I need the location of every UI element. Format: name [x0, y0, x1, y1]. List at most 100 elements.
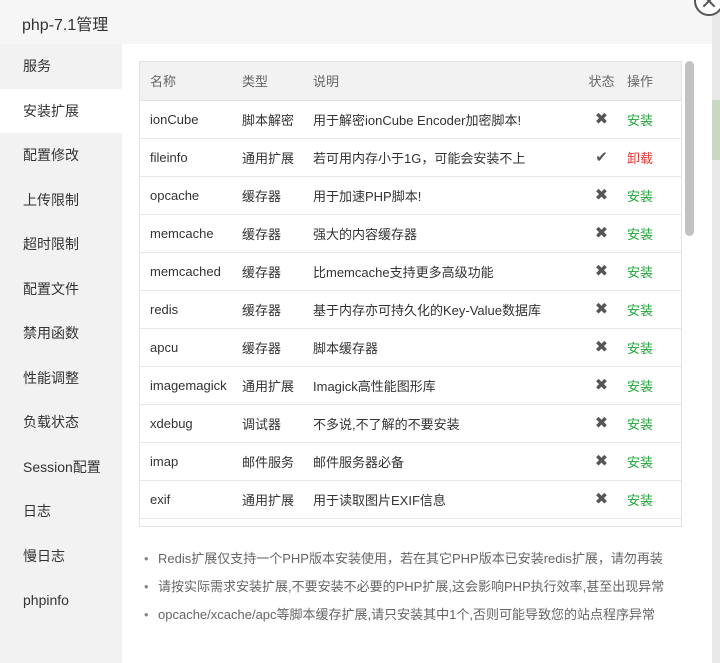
note-item: opcache/xcache/apc等脚本缓存扩展,请只安装其中1个,否则可能导…	[140, 601, 700, 629]
install-link[interactable]: 安装	[627, 417, 653, 432]
status-cell: ✖	[580, 214, 623, 253]
extension-description: 脚本缓存器	[313, 328, 580, 367]
install-link[interactable]: 安装	[627, 265, 653, 280]
extension-type: 脚本解密	[242, 100, 313, 139]
extension-description: Imagick高性能图形库	[313, 366, 580, 405]
cross-icon: ✖	[594, 225, 609, 242]
sidebar-item[interactable]: 负载状态	[0, 400, 122, 444]
table-row: imagemagick 通用扩展 Imagick高性能图形库 ✖ 安装	[140, 366, 681, 405]
sidebar-item[interactable]: 安装扩展	[0, 88, 122, 133]
extension-name: xdebug	[140, 404, 242, 443]
action-cell: 安装	[623, 290, 681, 329]
action-cell: 安装	[623, 404, 681, 443]
action-cell: 安装	[623, 252, 681, 291]
sidebar-item[interactable]: phpinfo	[0, 578, 122, 622]
table-row: fileinfo 通用扩展 若可用内存小于1G，可能会安装不上 ✔ 卸载	[140, 138, 681, 177]
sidebar-item[interactable]: 上传限制	[0, 178, 122, 222]
install-link[interactable]: 安装	[627, 493, 653, 508]
install-link[interactable]: 安装	[627, 379, 653, 394]
note-item: 请按实际需求安装扩展,不要安装不必要的PHP扩展,这会影响PHP执行效率,甚至出…	[140, 573, 700, 601]
extension-type: 通用扩展	[242, 138, 313, 177]
sidebar-item[interactable]: 性能调整	[0, 356, 122, 400]
sidebar-item[interactable]: 服务	[0, 44, 122, 88]
extension-description: 用于加速PHP脚本!	[313, 176, 580, 215]
extension-name: memcached	[140, 252, 242, 291]
action-cell: 安装	[623, 328, 681, 367]
status-cell: ✖	[580, 176, 623, 215]
status-cell: ✖	[580, 366, 623, 405]
table-header-row: 名称 类型 说明 状态 操作	[140, 62, 681, 101]
status-cell: ✖	[580, 290, 623, 329]
extension-description: 比memcache支持更多高级功能	[313, 252, 580, 291]
extension-name: redis	[140, 290, 242, 329]
status-cell: ✖	[580, 100, 623, 139]
install-link[interactable]: 安装	[627, 189, 653, 204]
table-row: apcu 缓存器 脚本缓存器 ✖ 安装	[140, 328, 681, 367]
install-link[interactable]: 安装	[627, 113, 653, 128]
install-link[interactable]: 安装	[627, 341, 653, 356]
header-status: 状态	[580, 62, 623, 101]
extension-type: 通用扩展	[242, 480, 313, 519]
note-item: Redis扩展仅支持一个PHP版本安装使用，若在其它PHP版本已安装redis扩…	[140, 545, 700, 573]
action-cell: 安装	[623, 480, 681, 519]
table-row: redis 缓存器 基于内存亦可持久化的Key-Value数据库 ✖ 安装	[140, 290, 681, 329]
extension-type: 缓存器	[242, 214, 313, 253]
scrollbar-thumb[interactable]	[685, 61, 694, 236]
action-cell: 安装	[623, 214, 681, 253]
action-cell: 安装	[623, 366, 681, 405]
table-row: memcache 缓存器 强大的内容缓存器 ✖ 安装	[140, 214, 681, 253]
cross-icon: ✖	[594, 377, 609, 394]
sidebar-item[interactable]: Session配置	[0, 445, 122, 489]
table-row: ionCube 脚本解密 用于解密ionCube Encoder加密脚本! ✖ 安装	[140, 100, 681, 139]
cross-icon: ✖	[594, 263, 609, 280]
status-cell: ✖	[580, 480, 623, 519]
extension-description: 用于读取图片EXIF信息	[313, 480, 580, 519]
action-cell: 安装	[623, 176, 681, 215]
extension-description: 不多说,不了解的不要安装	[313, 404, 580, 443]
extension-description: 强大的内容缓存器	[313, 214, 580, 253]
header-name: 名称	[140, 62, 242, 101]
extension-name: fileinfo	[140, 138, 242, 177]
cross-icon: ✖	[594, 491, 609, 508]
sidebar-item[interactable]: 配置文件	[0, 267, 122, 311]
cross-icon: ✖	[594, 301, 609, 318]
status-cell: ✖	[580, 252, 623, 291]
cross-icon: ✖	[594, 111, 609, 128]
table-row: memcached 缓存器 比memcache支持更多高级功能 ✖ 安装	[140, 252, 681, 291]
cross-icon: ✖	[594, 453, 609, 470]
install-link[interactable]: 安装	[627, 227, 653, 242]
extension-type: 缓存器	[242, 252, 313, 291]
sidebar-item[interactable]: 超时限制	[0, 222, 122, 266]
table-scrollbar[interactable]	[683, 61, 695, 527]
cross-icon: ✖	[594, 339, 609, 356]
extension-name: exif	[140, 480, 242, 519]
cross-icon: ✖	[594, 187, 609, 204]
table-row: exif 通用扩展 用于读取图片EXIF信息 ✖ 安装	[140, 480, 681, 519]
table-row: xdebug 调试器 不多说,不了解的不要安装 ✖ 安装	[140, 404, 681, 443]
dialog-title-bar: php-7.1管理	[0, 0, 712, 44]
action-cell: 卸载	[623, 138, 681, 177]
status-cell: ✔	[580, 138, 623, 177]
status-cell: ✖	[580, 404, 623, 443]
check-icon: ✔	[595, 149, 608, 166]
header-type: 类型	[242, 62, 313, 101]
install-link[interactable]: 安装	[627, 455, 653, 470]
extension-description: 基于内存亦可持久化的Key-Value数据库	[313, 290, 580, 329]
extension-description: 邮件服务器必备	[313, 442, 580, 481]
sidebar-item[interactable]: 禁用函数	[0, 311, 122, 355]
dialog-title: php-7.1管理	[22, 17, 109, 34]
sidebar-item[interactable]: 慢日志	[0, 534, 122, 578]
install-link[interactable]: 安装	[627, 303, 653, 318]
table-row: opcache 缓存器 用于加速PHP脚本! ✖ 安装	[140, 176, 681, 215]
uninstall-link[interactable]: 卸载	[627, 151, 653, 166]
action-cell: 安装	[623, 442, 681, 481]
extension-type: 通用扩展	[242, 366, 313, 405]
extension-type: 缓存器	[242, 176, 313, 215]
sidebar-item[interactable]: 日志	[0, 489, 122, 533]
notes-list: Redis扩展仅支持一个PHP版本安装使用，若在其它PHP版本已安装redis扩…	[140, 545, 700, 629]
status-cell: ✖	[580, 328, 623, 367]
extensions-table: 名称 类型 说明 状态 操作 ionCube 脚本解密 用于解密ionCube En…	[139, 61, 682, 527]
extension-name: memcache	[140, 214, 242, 253]
extension-name: ionCube	[140, 100, 242, 139]
sidebar-item[interactable]: 配置修改	[0, 133, 122, 177]
